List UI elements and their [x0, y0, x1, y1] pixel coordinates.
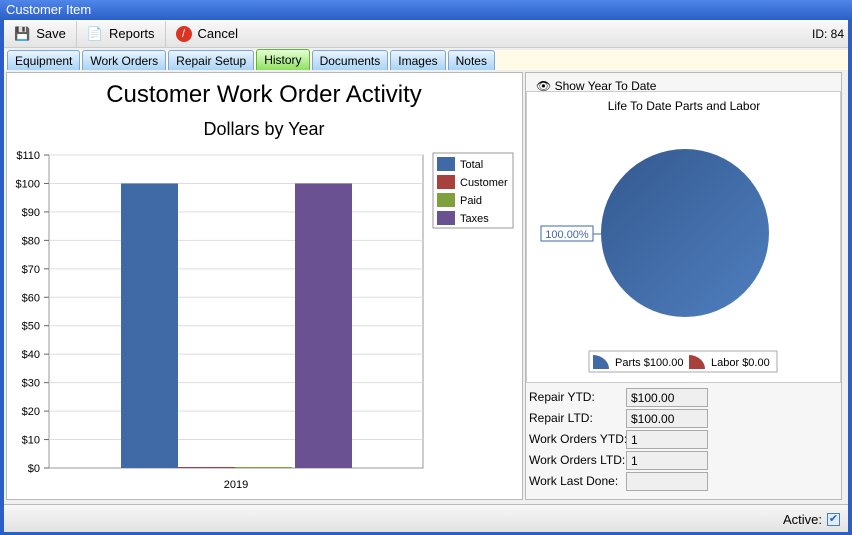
- bar-total: [121, 183, 178, 469]
- bar-paid: [235, 467, 292, 468]
- reports-button[interactable]: 📄 Reports: [77, 20, 166, 47]
- save-button[interactable]: 💾 Save: [4, 20, 77, 47]
- y-tick-label: $10: [22, 435, 40, 447]
- chart-subtitle: Dollars by Year: [203, 119, 324, 139]
- y-tick-label: $80: [22, 235, 40, 247]
- stat-field[interactable]: 1: [626, 451, 708, 470]
- save-label: Save: [36, 26, 66, 41]
- stat-field[interactable]: $100.00: [626, 409, 708, 428]
- legend-swatch-total: [437, 157, 455, 171]
- reports-label: Reports: [109, 26, 155, 41]
- pie-legend-label: Labor $0.00: [711, 357, 770, 369]
- legend-swatch-customer: [437, 175, 455, 189]
- y-tick-label: $110: [16, 150, 40, 162]
- stat-label: Work Orders YTD:: [529, 432, 628, 446]
- y-tick-label: $90: [22, 207, 40, 219]
- stat-label: Repair YTD:: [529, 390, 595, 404]
- stat-label: Work Orders LTD:: [529, 453, 626, 467]
- y-tick-label: $70: [22, 264, 40, 276]
- stat-label: Repair LTD:: [529, 411, 593, 425]
- bar-chart-panel: Customer Work Order Activity Dollars by Y…: [6, 72, 523, 500]
- active-checkbox[interactable]: ✔: [827, 513, 840, 526]
- cancel-label: Cancel: [197, 26, 239, 41]
- pie-legend-label: Parts $100.00: [615, 357, 684, 369]
- stats-panel: Repair YTD: $100.00 Repair LTD: $100.00 Work…: [526, 385, 841, 499]
- reports-icon: 📄: [86, 25, 104, 41]
- pie-title: Life To Date Parts and Labor: [608, 99, 761, 113]
- tab-images[interactable]: Images: [390, 50, 446, 70]
- chart-title: Customer Work Order Activity: [106, 81, 422, 108]
- tab-repair-setup[interactable]: Repair Setup: [168, 50, 255, 70]
- legend-label: Taxes: [460, 213, 489, 225]
- y-tick-label: $60: [22, 292, 40, 304]
- window-title: Customer Item: [0, 0, 852, 20]
- y-tick-label: $20: [22, 406, 40, 418]
- tab-work-orders[interactable]: Work Orders: [82, 50, 167, 70]
- record-id: ID: 84: [811, 27, 844, 41]
- legend-label: Total: [460, 159, 483, 171]
- tab-equipment[interactable]: Equipment: [7, 50, 81, 70]
- save-icon: 💾: [14, 25, 31, 41]
- tab-bar: Equipment Work Orders Repair Setup History D…: [4, 49, 848, 70]
- bar-taxes: [295, 183, 352, 469]
- tab-notes[interactable]: Notes: [447, 50, 495, 70]
- stat-field[interactable]: 1: [626, 430, 708, 449]
- stat-label: Work Last Done:: [529, 474, 619, 488]
- plot-area: [48, 154, 424, 469]
- pie-chart-box: Life To Date Parts and Labor 100.00% Parts…: [526, 91, 841, 383]
- stat-field[interactable]: [626, 472, 708, 491]
- pie-chart: Life To Date Parts and Labor 100.00% Parts…: [540, 99, 778, 373]
- cancel-button[interactable]: / Cancel: [166, 21, 248, 47]
- legend-label: Customer: [460, 177, 508, 189]
- x-tick-label: 2019: [224, 479, 248, 491]
- y-tick-label: $100: [16, 178, 40, 190]
- pie-slice-parts: [601, 149, 769, 317]
- toolbar: 💾 Save 📄 Reports / Cancel ID: 84: [4, 20, 848, 48]
- pie-data-label: 100.00%: [545, 229, 589, 241]
- stat-field[interactable]: $100.00: [626, 388, 708, 407]
- active-label: Active:: [782, 512, 822, 527]
- summary-panel: 👁 Show Year To Date Life To Date Parts a…: [525, 72, 842, 500]
- legend-swatch-taxes: [437, 211, 455, 225]
- status-bar: Active: ✔: [4, 504, 848, 532]
- legend-swatch-paid: [437, 193, 455, 207]
- cancel-icon: /: [175, 25, 192, 42]
- y-tick-label: $30: [22, 378, 40, 390]
- y-tick-label: $40: [22, 349, 40, 361]
- bar-chart: Customer Work Order Activity Dollars by Y…: [16, 81, 514, 491]
- y-tick-label: $0: [28, 463, 40, 475]
- window: 💾 Save 📄 Reports / Cancel ID: 84 Equipment W…: [4, 20, 848, 532]
- y-tick-label: $50: [22, 321, 40, 333]
- tab-history[interactable]: History: [256, 49, 310, 70]
- bar-customer: [178, 467, 235, 468]
- tab-documents[interactable]: Documents: [311, 50, 389, 70]
- legend-label: Paid: [460, 195, 482, 207]
